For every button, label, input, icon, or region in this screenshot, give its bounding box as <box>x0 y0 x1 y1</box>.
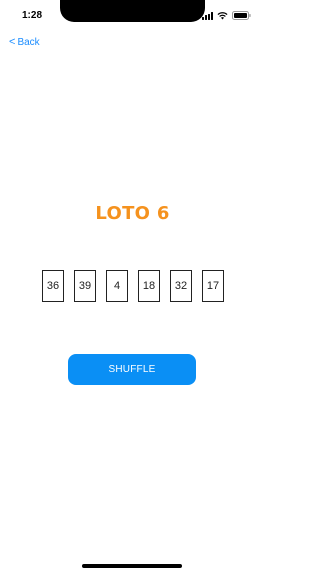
status-icons <box>202 11 251 20</box>
app-screen: 1:28 < Back LOTO 6 36 39 4 18 32 17 SHUF… <box>0 0 265 574</box>
number-box-4: 18 <box>138 270 160 302</box>
home-indicator[interactable] <box>82 564 182 568</box>
page-title: LOTO 6 <box>95 203 170 224</box>
number-box-5: 32 <box>170 270 192 302</box>
wifi-icon <box>217 11 228 20</box>
number-box-2: 39 <box>74 270 96 302</box>
shuffle-button[interactable]: SHUFFLE <box>68 354 196 385</box>
chevron-left-icon: < <box>9 36 16 48</box>
status-bar: 1:28 <box>0 0 265 30</box>
battery-icon <box>232 11 251 20</box>
status-time: 1:28 <box>22 10 43 21</box>
lottery-numbers: 36 39 4 18 32 17 <box>42 270 224 302</box>
back-label: Back <box>17 37 40 48</box>
number-box-6: 17 <box>202 270 224 302</box>
number-box-3: 4 <box>106 270 128 302</box>
back-button[interactable]: < Back <box>9 36 40 49</box>
signal-icon <box>202 12 213 20</box>
number-box-1: 36 <box>42 270 64 302</box>
